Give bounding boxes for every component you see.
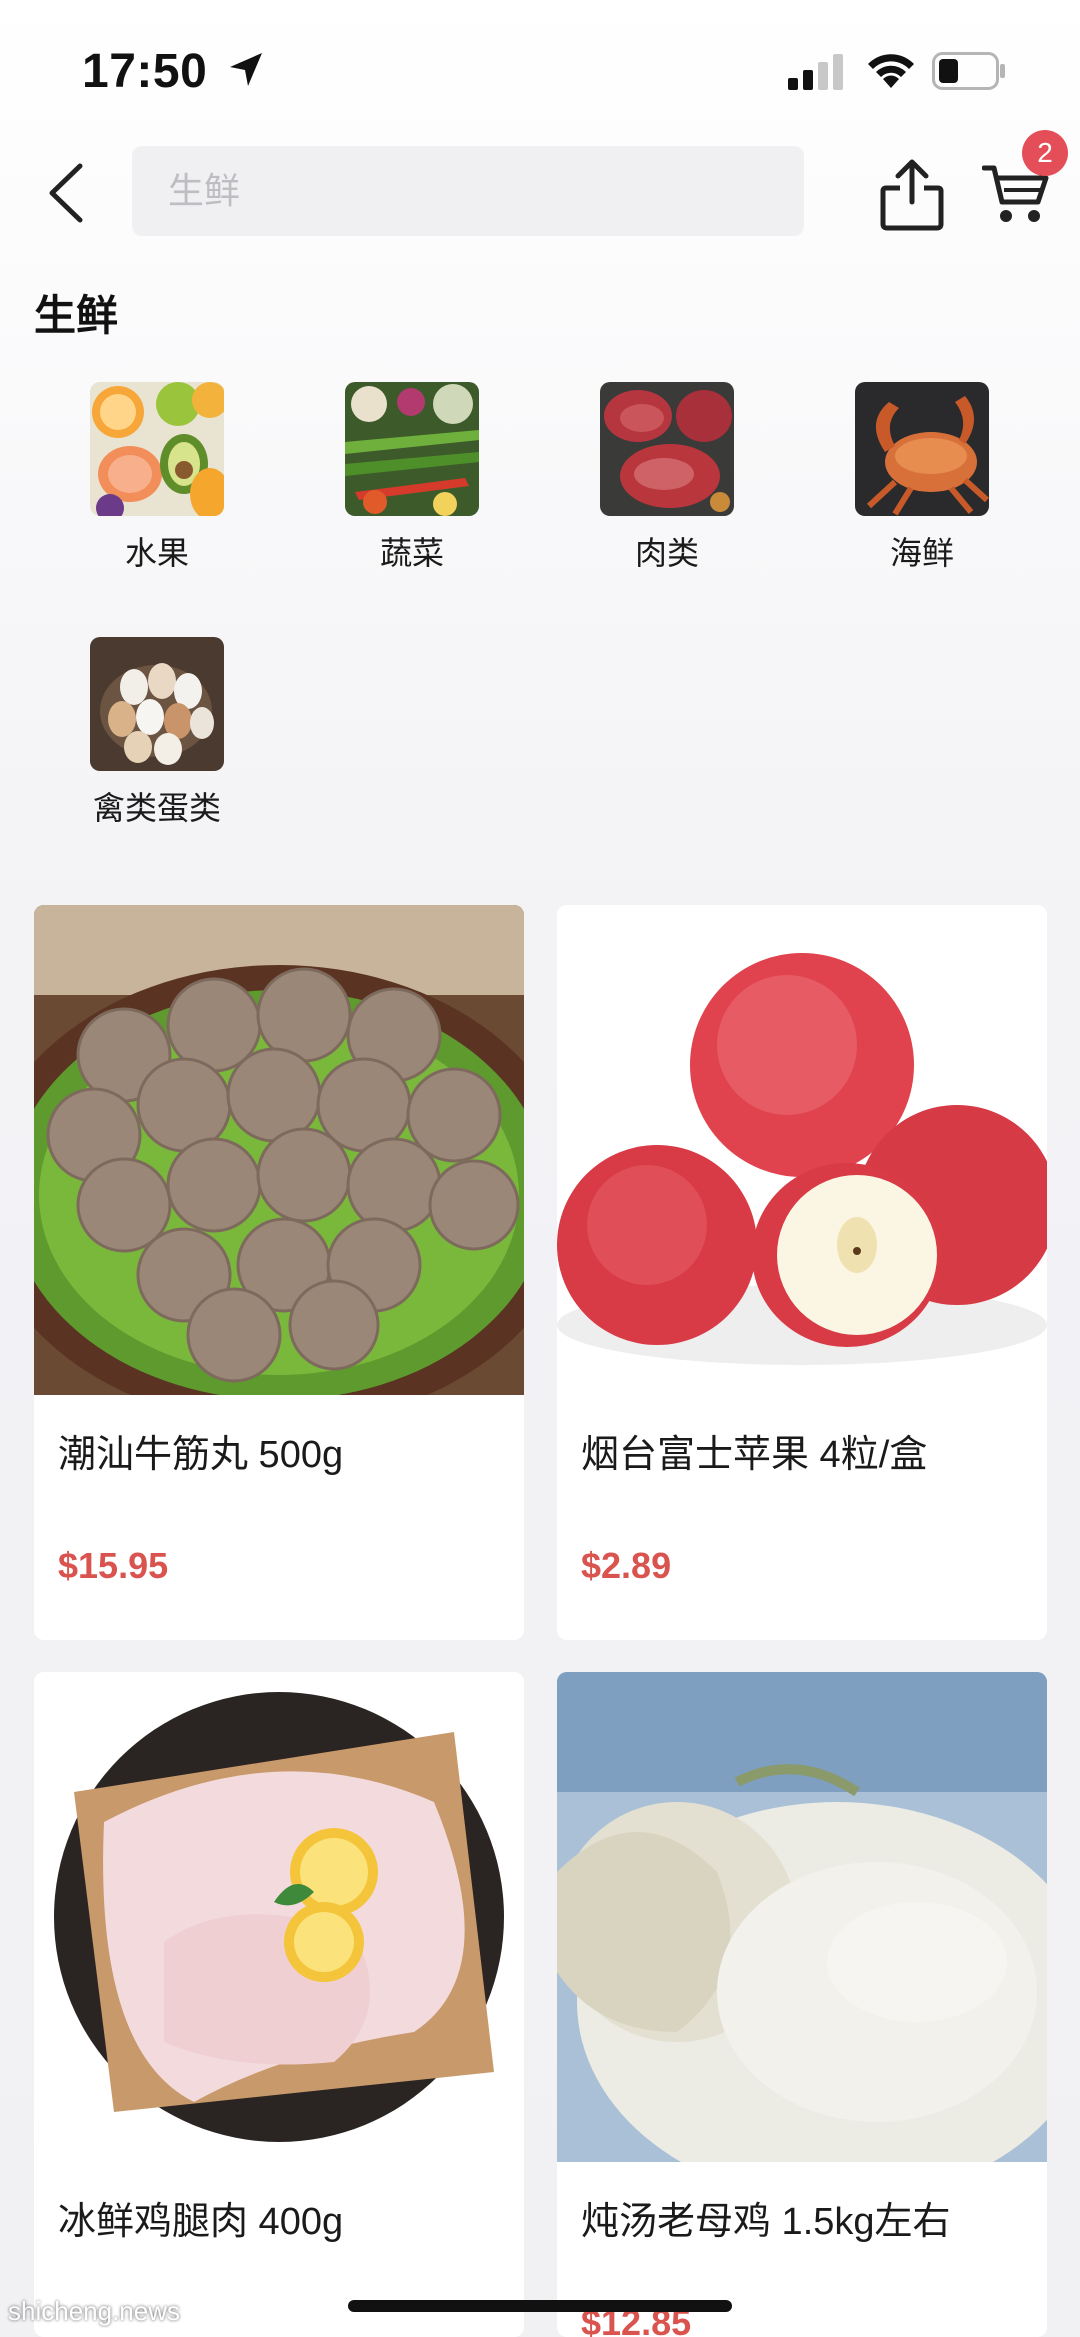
product-name: 烟台富士苹果 4粒/盒 bbox=[581, 1434, 928, 1476]
category-seafood[interactable]: 海鲜 bbox=[837, 382, 1007, 574]
product-card[interactable]: 潮汕牛筋丸 500g $15.95 bbox=[34, 905, 524, 1640]
product-card[interactable]: 冰鲜鸡腿肉 400g bbox=[34, 1672, 524, 2337]
nav-bar: 生鲜 bbox=[0, 130, 1080, 254]
watermark-text: shicheng.news bbox=[8, 2296, 180, 2326]
meat-thumbnail bbox=[600, 382, 734, 516]
category-label: 肉类 bbox=[634, 535, 699, 571]
product-price: $2.89 bbox=[581, 1545, 672, 1586]
clock-time: 17:50 bbox=[82, 45, 208, 98]
share-icon[interactable] bbox=[878, 158, 946, 232]
category-poultry-eggs[interactable]: 禽类蛋类 bbox=[72, 637, 242, 829]
status-bar: 17:50 bbox=[0, 0, 1080, 130]
product-card[interactable]: 炖汤老母鸡 1.5kg左右 $12.85 bbox=[557, 1672, 1047, 2337]
home-indicator[interactable] bbox=[348, 2300, 732, 2312]
cart-count-badge: 2 bbox=[1022, 130, 1068, 176]
cellular-signal-icon bbox=[788, 54, 843, 90]
search-input[interactable]: 生鲜 bbox=[132, 146, 804, 236]
back-button[interactable] bbox=[40, 160, 92, 226]
product-image-chicken-legs bbox=[34, 1672, 524, 2162]
category-label: 水果 bbox=[124, 535, 189, 571]
product-name: 潮汕牛筋丸 500g bbox=[58, 1434, 344, 1476]
product-name: 炖汤老母鸡 1.5kg左右 bbox=[581, 2201, 951, 2243]
wifi-icon bbox=[868, 54, 914, 88]
vegetables-thumbnail bbox=[345, 382, 479, 516]
fruit-thumbnail bbox=[90, 382, 224, 516]
battery-icon bbox=[932, 52, 1005, 90]
product-price: $15.95 bbox=[58, 1545, 169, 1586]
category-label: 禽类蛋类 bbox=[92, 790, 221, 826]
product-image-hen bbox=[557, 1672, 1047, 2162]
category-vegetables[interactable]: 蔬菜 bbox=[327, 382, 497, 574]
product-name: 冰鲜鸡腿肉 400g bbox=[58, 2201, 344, 2243]
product-image-apples bbox=[557, 905, 1047, 1395]
section-title: 生鲜 bbox=[34, 292, 119, 339]
product-image-beef-balls bbox=[34, 905, 524, 1395]
category-fruit[interactable]: 水果 bbox=[72, 382, 242, 574]
seafood-thumbnail bbox=[855, 382, 989, 516]
category-meat[interactable]: 肉类 bbox=[582, 382, 752, 574]
poultry-eggs-thumbnail bbox=[90, 637, 224, 771]
category-label: 海鲜 bbox=[889, 535, 954, 571]
product-card[interactable]: 烟台富士苹果 4粒/盒 $2.89 bbox=[557, 905, 1047, 1640]
category-label: 蔬菜 bbox=[379, 535, 444, 571]
location-arrow-icon bbox=[230, 53, 262, 86]
